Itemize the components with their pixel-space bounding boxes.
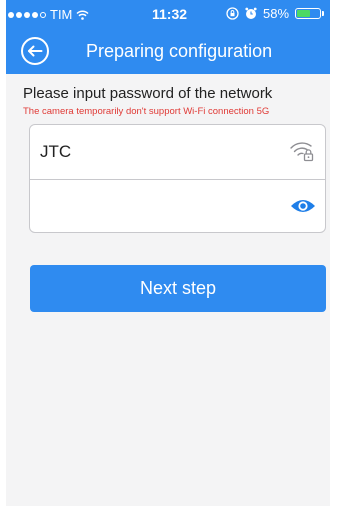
status-left: TIM bbox=[8, 7, 89, 22]
next-step-label: Next step bbox=[139, 278, 217, 298]
back-circle-arrow-icon bbox=[21, 37, 49, 65]
orientation-lock-icon bbox=[226, 7, 239, 20]
password-prompt: Please input password of the network bbox=[23, 85, 273, 102]
status-time: 11:32 bbox=[152, 6, 188, 22]
wifi-lock-icon bbox=[290, 142, 314, 162]
page-title: Preparing configuration bbox=[86, 41, 273, 61]
header: TIM 11:32 58% Preparing configuration bbox=[6, 0, 330, 74]
battery-icon bbox=[295, 8, 325, 19]
battery-percent: 58% bbox=[263, 6, 290, 21]
back-button[interactable] bbox=[20, 36, 50, 66]
wifi-credentials-form bbox=[29, 124, 326, 233]
next-step-button[interactable]: Next step bbox=[30, 265, 326, 312]
ssid-row bbox=[30, 125, 325, 180]
carrier-label: TIM bbox=[50, 7, 73, 22]
wifi-status-icon bbox=[76, 10, 89, 20]
status-bar: TIM 11:32 58% bbox=[6, 0, 330, 30]
app-screen: TIM 11:32 58% Preparing configuration Pl… bbox=[6, 0, 330, 506]
password-row bbox=[30, 179, 325, 233]
ssid-input[interactable] bbox=[40, 140, 280, 164]
signal-strength-icon bbox=[8, 11, 46, 18]
password-input[interactable] bbox=[40, 194, 280, 218]
status-right: 58% bbox=[226, 6, 325, 21]
battery-fill bbox=[297, 10, 310, 17]
eye-icon[interactable] bbox=[290, 197, 316, 215]
warning-message: The camera temporarily don't support Wi-… bbox=[23, 106, 270, 117]
alarm-clock-icon bbox=[245, 7, 257, 19]
nav-bar: Preparing configuration bbox=[6, 30, 330, 74]
